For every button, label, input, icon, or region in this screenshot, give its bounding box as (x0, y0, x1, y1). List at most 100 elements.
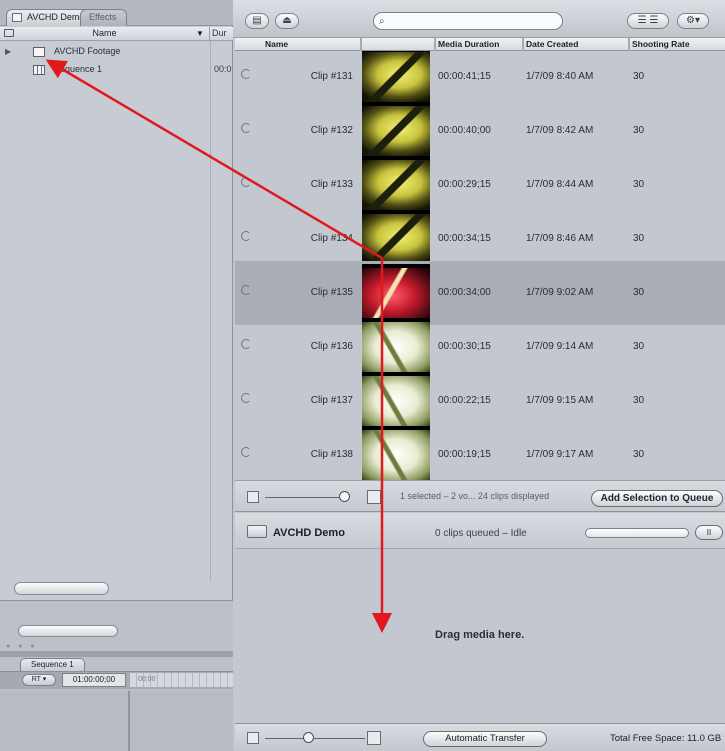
clip-name: Clip #131 (310, 71, 353, 82)
clip-name: Clip #134 (310, 233, 353, 244)
clip-thumbnail[interactable] (362, 318, 430, 376)
browser-item-label: Sequence 1 (54, 64, 103, 74)
sequence-icon (33, 65, 45, 75)
browser-tab-bar: AVCHD Demo Effects (0, 0, 233, 26)
clip-name: Clip #136 (310, 341, 353, 352)
bin-icon (33, 47, 45, 57)
thumbnail-image (362, 376, 430, 426)
small-thumbnail-icon[interactable] (247, 732, 259, 744)
small-thumbnail-icon[interactable] (247, 491, 259, 503)
action-menu-button[interactable]: ⚙▾ (677, 13, 709, 29)
browser-column-header: Name ▼ Dur (0, 27, 233, 41)
sort-descending-icon: ▼ (196, 29, 204, 38)
thumbnail-size-slider-knob[interactable] (339, 491, 350, 502)
transfer-status-icon (241, 447, 251, 457)
thumbnail-image (362, 268, 430, 318)
clip-thumbnail[interactable] (362, 426, 430, 480)
transfer-status-icon (241, 393, 251, 403)
thumbnail-image (362, 430, 430, 480)
column-shooting-rate-header[interactable]: Shooting Rate (629, 38, 725, 51)
clip-media-duration: 00:00:29;15 (438, 179, 491, 190)
transfer-status-icon (241, 69, 251, 79)
thumbnail-image (362, 160, 430, 210)
search-input[interactable]: ⌕ (373, 12, 563, 30)
clip-thumbnail[interactable] (362, 102, 430, 160)
timecode-field[interactable]: 01:00:00;00 (62, 673, 126, 687)
clip-date-created: 1/7/09 8:42 AM (526, 125, 594, 136)
column-duration-header[interactable]: Dur (212, 27, 227, 40)
rt-menu-button[interactable]: RT ▾ (22, 674, 56, 686)
column-media-duration-header[interactable]: Media Duration (435, 38, 523, 51)
queue-thumbnail-slider-knob[interactable] (303, 732, 314, 743)
timeline-track-area[interactable] (0, 691, 233, 751)
eject-button[interactable]: ⏏ (275, 13, 299, 29)
clip-media-duration: 00:00:30;15 (438, 341, 491, 352)
clip-name: Clip #135 (310, 287, 353, 298)
timeline-ruler[interactable]: 00;00 (130, 673, 233, 687)
clip-media-duration: 00:00:19;15 (438, 449, 491, 460)
tab-sequence-1[interactable]: Sequence 1 (20, 658, 85, 671)
volume-icon (247, 525, 267, 538)
transfer-footer: Automatic Transfer Total Free Space: 11.… (235, 723, 725, 751)
column-date-created-header[interactable]: Date Created (523, 38, 629, 51)
clapper-icon (4, 29, 14, 37)
add-folder-button[interactable]: ▤ (245, 13, 269, 29)
window-buttons-icon[interactable]: ● ● ● (6, 643, 38, 650)
clip-list[interactable]: Clip #131 00:00:41;15 1/7/09 8:40 AM 30 Clip… (235, 51, 725, 480)
browser-item-avchd-footage[interactable]: ▶ AVCHD Footage (0, 44, 233, 59)
tab-effects[interactable]: Effects (80, 9, 128, 26)
clip-list-header: Name Media Duration Date Created Shootin… (235, 38, 725, 51)
transfer-status-icon (241, 285, 251, 295)
ruler-label: 00;00 (138, 676, 156, 683)
clip-media-duration: 00:00:34;15 (438, 233, 491, 244)
column-divider (210, 41, 211, 581)
clip-thumbnail[interactable] (362, 372, 430, 430)
track-divider (128, 691, 130, 751)
clip-thumbnail[interactable] (362, 156, 430, 214)
automatic-transfer-button[interactable]: Automatic Transfer (423, 731, 547, 747)
clip-date-created: 1/7/09 8:44 AM (526, 179, 594, 190)
thumbnail-image (362, 106, 430, 156)
view-toggle-button[interactable]: ☰ ☰ (627, 13, 669, 29)
clip-thumbnail[interactable] (362, 210, 430, 268)
transfer-queue[interactable]: AVCHD Demo 0 clips queued – Idle II Drag… (235, 513, 725, 723)
tab-label: AVCHD Demo (27, 12, 85, 22)
add-selection-to-queue-button[interactable]: Add Selection to Queue (591, 490, 723, 507)
clip-media-duration: 00:00:40;00 (438, 125, 491, 136)
browser-item-sequence-1[interactable]: Sequence 1 00:0 (0, 62, 233, 77)
rt-label: RT (31, 676, 41, 683)
disclosure-triangle-icon[interactable]: ▶ (5, 44, 11, 59)
thumbnail-size-slider[interactable] (265, 497, 345, 498)
clip-date-created: 1/7/09 9:02 AM (526, 287, 594, 298)
transfer-status-icon (241, 123, 251, 133)
browser-item-label: AVCHD Footage (54, 46, 121, 56)
thumbnail-image (362, 214, 430, 264)
large-thumbnail-icon[interactable] (367, 731, 381, 745)
list-view-icon: ☰ ☰ (637, 15, 659, 26)
thumbnail-image (362, 52, 430, 102)
free-space-label: Total Free Space: 11.0 GB (610, 733, 722, 744)
browser-horizontal-scrollbar[interactable] (14, 582, 109, 595)
large-thumbnail-icon[interactable] (367, 490, 381, 504)
clip-thumbnail[interactable] (362, 51, 430, 106)
transfer-status-icon (241, 177, 251, 187)
queue-status: 0 clips queued – Idle (435, 528, 527, 539)
column-name-header[interactable]: Name (235, 38, 361, 51)
column-name-header[interactable]: Name ▼ (0, 27, 210, 41)
clip-row[interactable]: Clip #138 00:00:19;15 1/7/09 9:17 AM 30 (235, 423, 725, 480)
timeline-title-strip (0, 651, 233, 657)
timeline-panel: ● ● ● Sequence 1 RT ▾ 01:00:00;00 00;00 (0, 600, 233, 751)
viewer-horizontal-scrollbar[interactable] (18, 625, 118, 637)
pause-queue-button[interactable]: II (695, 525, 723, 540)
clip-media-duration: 00:00:41;15 (438, 71, 491, 82)
transfer-status-icon (241, 339, 251, 349)
clip-date-created: 1/7/09 9:17 AM (526, 449, 594, 460)
clip-shooting-rate: 30 (633, 233, 645, 244)
project-icon (12, 13, 22, 22)
clip-media-duration: 00:00:34;00 (438, 287, 491, 298)
column-thumbnail-header[interactable] (361, 38, 435, 51)
clip-thumbnail[interactable] (362, 264, 430, 322)
clip-shooting-rate: 30 (633, 125, 645, 136)
clip-shooting-rate: 30 (633, 395, 645, 406)
queue-thumbnail-slider[interactable] (265, 738, 365, 739)
